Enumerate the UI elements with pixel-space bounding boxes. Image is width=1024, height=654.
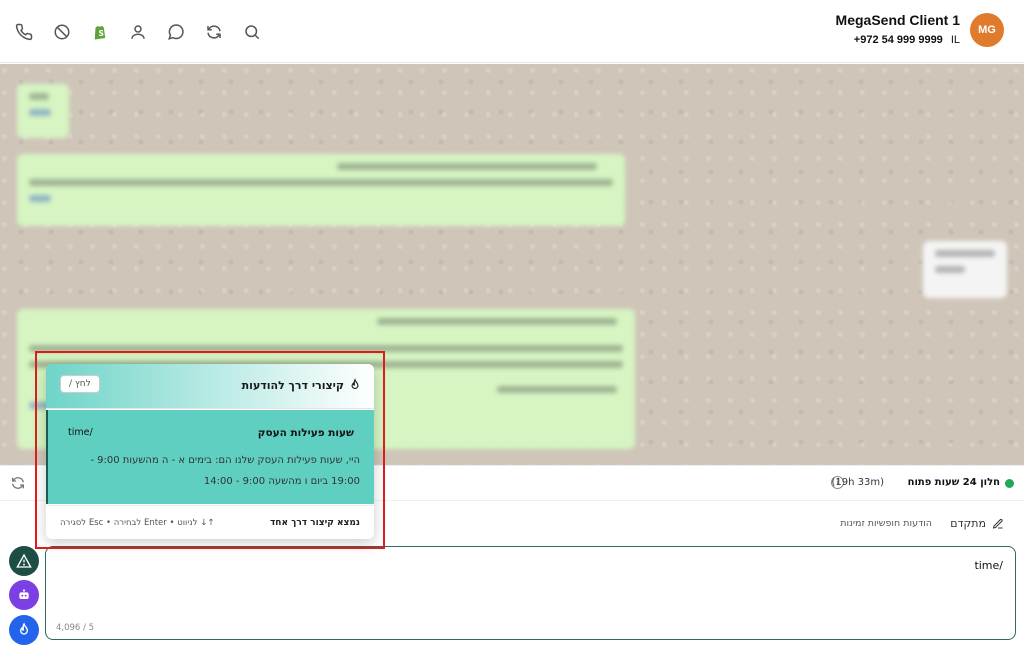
- message-bubble: [17, 84, 69, 138]
- fire-icon: [19, 622, 29, 635]
- svg-text:S: S: [99, 29, 104, 38]
- shortcuts-button[interactable]: [9, 615, 39, 645]
- block-icon[interactable]: [48, 18, 76, 46]
- bot-button[interactable]: [9, 580, 39, 610]
- advanced-label: מתקדם: [950, 517, 986, 530]
- country-code: IL: [950, 34, 960, 46]
- shortcut-count: נמצא קיצור דרך אחד: [269, 518, 360, 528]
- message-bubble: [17, 154, 625, 226]
- popup-hint-button[interactable]: לחץ /: [60, 375, 100, 393]
- char-counter: 4,096 / 5: [56, 623, 95, 633]
- search-icon[interactable]: [238, 18, 266, 46]
- shopify-icon[interactable]: S: [86, 18, 114, 46]
- fire-icon: [351, 378, 359, 390]
- edit-icon: [992, 518, 1003, 529]
- refresh-icon[interactable]: [200, 18, 228, 46]
- window-time-left: (19h 33m): [831, 477, 884, 488]
- avatar[interactable]: MG: [970, 13, 1004, 47]
- robot-icon: [19, 589, 29, 599]
- popup-footer: נמצא קיצור דרך אחד ↑↓ לניווט • Enter לבח…: [46, 505, 374, 539]
- status-dot: [1005, 479, 1014, 488]
- free-messages-link[interactable]: הודעות חופשיות זמינות: [840, 518, 932, 529]
- contact-phone: +972 54 999 9999 IL: [836, 34, 960, 46]
- chat-header: S MegaSend Client 1 +972 54 999 9999 IL M…: [0, 0, 1024, 63]
- header-actions: S: [10, 18, 266, 46]
- window-status-label: חלון 24 שעות פתוח: [907, 477, 1000, 488]
- user-icon[interactable]: [124, 18, 152, 46]
- shortcut-code: time/: [68, 427, 93, 438]
- contact-info[interactable]: MegaSend Client 1 +972 54 999 9999 IL: [836, 12, 960, 46]
- whatsapp-icon[interactable]: [162, 18, 190, 46]
- message-input[interactable]: time/ 4,096 / 5: [45, 546, 1016, 640]
- warning-icon: [16, 553, 32, 568]
- shortcut-item[interactable]: שעות פעילות העסק time/ היי, שעות פעילות …: [46, 410, 374, 504]
- warning-button[interactable]: [9, 546, 39, 576]
- shortcut-title: שעות פעילות העסק: [257, 427, 354, 439]
- message-input-text: time/: [974, 559, 1003, 572]
- phone-number: +972 54 999 9999: [853, 34, 943, 46]
- advanced-button[interactable]: מתקדם: [950, 517, 1004, 530]
- popup-title: קיצורי דרך להודעות: [241, 379, 344, 392]
- keyboard-hint: ↑↓ לניווט • Enter לבחירה • Esc לסגירה: [60, 518, 215, 528]
- phone-icon[interactable]: [10, 18, 38, 46]
- refresh-icon[interactable]: [10, 475, 26, 491]
- contact-name: MegaSend Client 1: [835, 12, 960, 28]
- shortcut-preview: היי, שעות פעילות העסק שלנו הם: בימים א -…: [90, 455, 360, 487]
- popup-header: קיצורי דרך להודעות לחץ /: [46, 364, 374, 409]
- message-bubble: [923, 241, 1007, 298]
- shortcuts-popup: קיצורי דרך להודעות לחץ / שעות פעילות העס…: [46, 364, 374, 539]
